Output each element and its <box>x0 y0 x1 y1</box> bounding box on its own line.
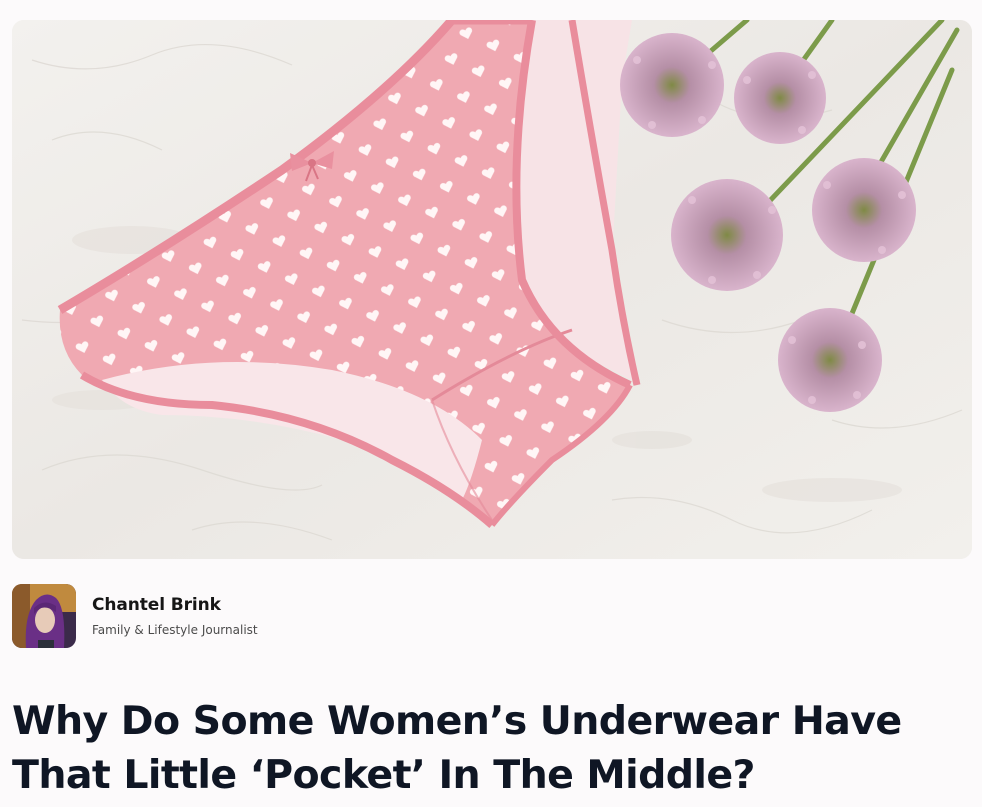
author-avatar[interactable] <box>12 584 76 648</box>
hero-image <box>12 20 972 559</box>
author-name[interactable]: Chantel Brink <box>92 594 258 616</box>
article-page: Chantel Brink Family & Lifestyle Journal… <box>0 0 982 807</box>
article-title: Why Do Some Women’s Underwear Have That … <box>12 698 902 798</box>
author-byline: Chantel Brink Family & Lifestyle Journal… <box>12 583 258 649</box>
author-role: Family & Lifestyle Journalist <box>92 623 258 637</box>
